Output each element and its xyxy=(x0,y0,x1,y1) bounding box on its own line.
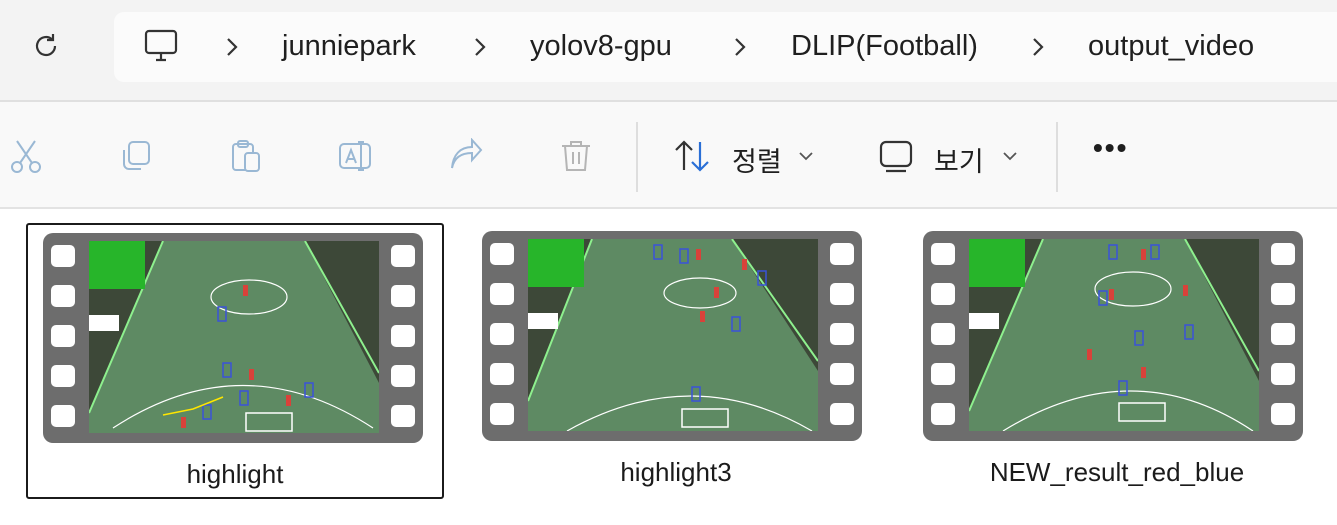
refresh-icon xyxy=(35,34,57,57)
chevron-down-icon xyxy=(799,152,813,161)
file-name[interactable]: highlight xyxy=(28,459,442,490)
computer-icon xyxy=(144,29,178,62)
address-row: junniepark yolov8-gpu DLIP(Football) out… xyxy=(0,0,1337,100)
view-icon xyxy=(879,140,913,173)
cut-button[interactable] xyxy=(6,136,46,176)
video-thumbnail xyxy=(482,231,862,441)
chevron-right-icon xyxy=(1033,38,1044,56)
breadcrumb-junniepark[interactable]: junniepark xyxy=(282,30,416,63)
paste-icon xyxy=(232,140,260,172)
file-item-highlight3[interactable]: highlight3 xyxy=(467,223,885,499)
delete-button[interactable] xyxy=(556,136,596,176)
address-bar[interactable]: junniepark yolov8-gpu DLIP(Football) out… xyxy=(114,12,1337,82)
rename-button[interactable] xyxy=(336,136,376,176)
file-item-highlight[interactable]: highlight xyxy=(26,223,444,499)
file-item-new-result-red-blue[interactable]: NEW_result_red_blue xyxy=(908,223,1326,499)
chevron-right-icon xyxy=(227,38,238,56)
rename-icon xyxy=(339,141,371,171)
chevron-right-icon xyxy=(475,38,486,56)
breadcrumb-yolov8-gpu[interactable]: yolov8-gpu xyxy=(530,30,672,63)
sort-label[interactable]: 정렬 xyxy=(732,140,782,179)
refresh-button[interactable] xyxy=(26,26,66,66)
breadcrumb-this-pc[interactable] xyxy=(142,28,182,69)
command-bar: 정렬 보기 ••• xyxy=(0,102,1337,207)
breadcrumb-dlip-football[interactable]: DLIP(Football) xyxy=(791,30,978,63)
chevron-right-icon xyxy=(735,38,746,56)
breadcrumb-output-video[interactable]: output_video xyxy=(1088,30,1254,63)
file-name[interactable]: NEW_result_red_blue xyxy=(908,457,1326,488)
video-thumbnail xyxy=(923,231,1303,441)
paste-button[interactable] xyxy=(226,136,266,176)
view-button[interactable] xyxy=(876,136,916,176)
copy-icon xyxy=(123,141,150,170)
scissors-icon xyxy=(11,140,41,173)
share-icon xyxy=(451,138,483,169)
video-thumbnail xyxy=(43,233,423,443)
toolbar-divider xyxy=(1056,122,1058,192)
trash-icon xyxy=(562,141,590,171)
sort-button[interactable] xyxy=(672,136,712,176)
file-list: highlight highlight3 NEW_result_red_blue xyxy=(0,209,1337,525)
sort-icon xyxy=(675,140,709,172)
chevron-down-icon xyxy=(1003,152,1017,161)
toolbar-divider xyxy=(636,122,638,192)
file-name[interactable]: highlight3 xyxy=(467,457,885,488)
view-label[interactable]: 보기 xyxy=(934,140,984,179)
more-options-button[interactable]: ••• xyxy=(1093,132,1128,164)
copy-button[interactable] xyxy=(116,136,156,176)
share-button[interactable] xyxy=(446,136,486,176)
